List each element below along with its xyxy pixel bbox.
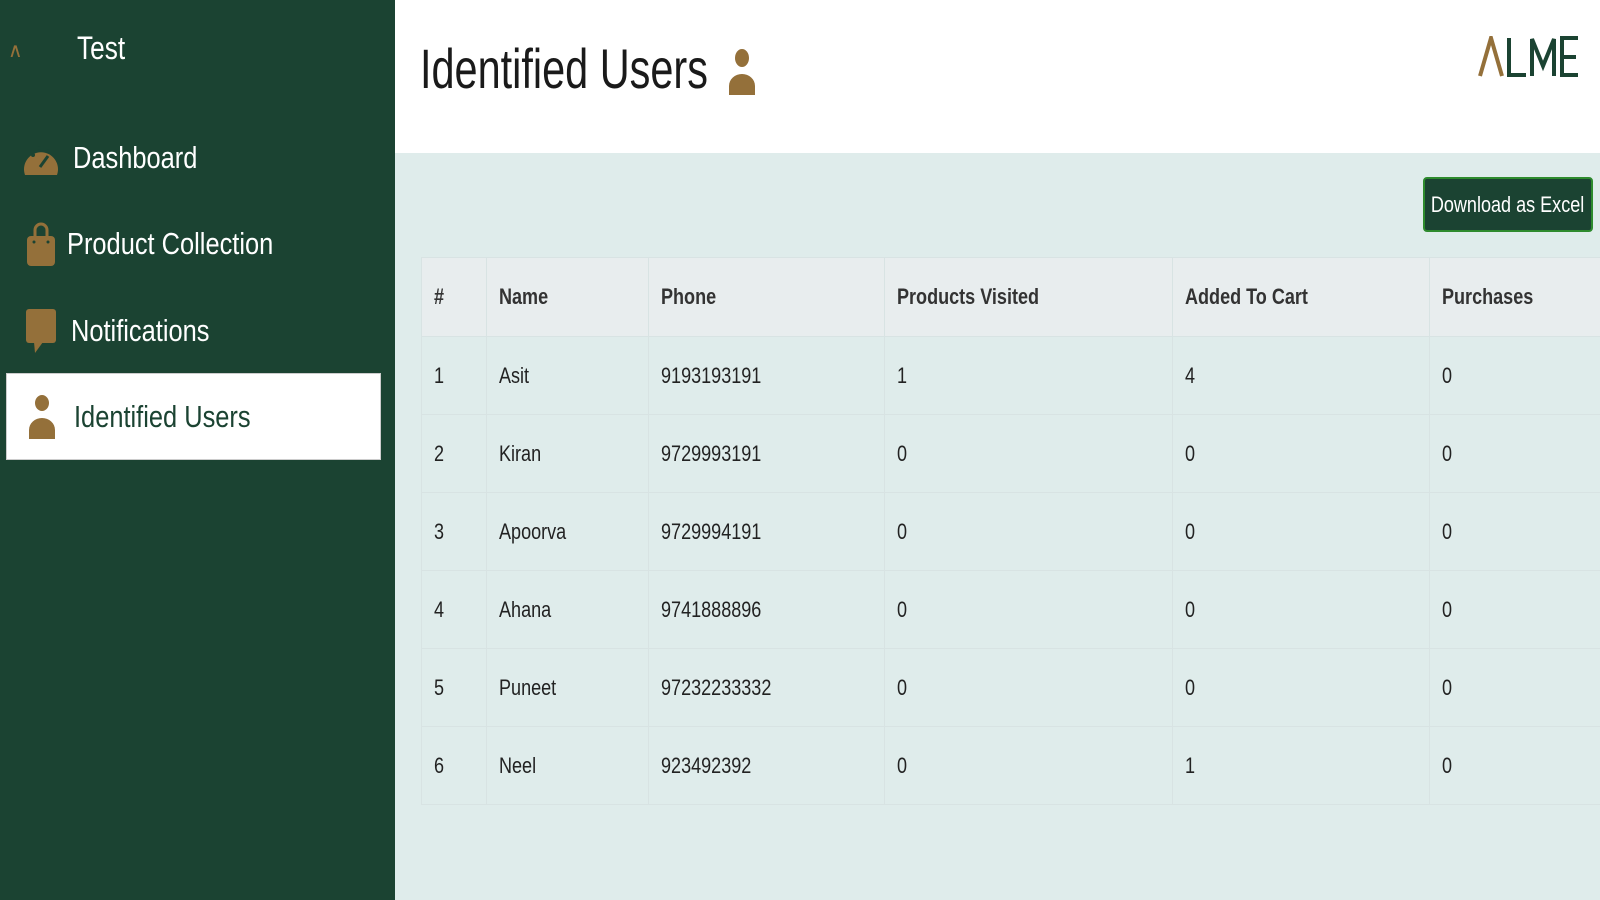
table-cell: Neel bbox=[485, 726, 649, 805]
table-cell: 0 bbox=[883, 726, 1174, 805]
table-row: 6 Neel 923492392 0 1 0 bbox=[421, 726, 1600, 805]
table-cell: 4 bbox=[421, 570, 487, 649]
page-title: Identified Users bbox=[420, 37, 708, 100]
table-cell: 9729994191 bbox=[647, 492, 885, 571]
column-header: # bbox=[421, 257, 487, 337]
brand: ∧ Test bbox=[0, 26, 395, 70]
table-cell: 6 bbox=[421, 726, 487, 805]
sidebar-item-identified-users[interactable]: Identified Users bbox=[6, 373, 381, 460]
column-header: Name bbox=[485, 257, 649, 337]
column-header: Purchases bbox=[1429, 257, 1600, 337]
table-cell: 9193193191 bbox=[647, 336, 885, 415]
sidebar-item-label: Product Collection bbox=[67, 225, 274, 261]
table-cell: 0 bbox=[1429, 414, 1600, 493]
table-row: 1 Asit 9193193191 1 4 0 bbox=[421, 336, 1600, 415]
table-cell: 0 bbox=[1429, 570, 1600, 649]
table-cell: 9741888896 bbox=[647, 570, 885, 649]
table-cell: 9729993191 bbox=[647, 414, 885, 493]
table-cell: 3 bbox=[421, 492, 487, 571]
download-excel-button[interactable]: Download as Excel bbox=[1423, 177, 1593, 232]
table-row: 5 Puneet 97232233332 0 0 0 bbox=[421, 648, 1600, 727]
table-cell: Kiran bbox=[485, 414, 649, 493]
table-cell: 0 bbox=[883, 492, 1174, 571]
table-cell: 2 bbox=[421, 414, 487, 493]
table-cell: 0 bbox=[1429, 492, 1600, 571]
sidebar-item-dashboard[interactable]: Dashboard bbox=[6, 114, 381, 201]
gauge-icon bbox=[21, 136, 61, 180]
table-cell: 923492392 bbox=[647, 726, 885, 805]
sidebar-item-label: Dashboard bbox=[73, 139, 198, 175]
user-icon bbox=[22, 394, 62, 439]
table-cell: 5 bbox=[421, 648, 487, 727]
column-header: Phone bbox=[647, 257, 885, 337]
chat-bubble-icon bbox=[21, 308, 61, 353]
table-cell: 0 bbox=[1172, 492, 1431, 571]
table-cell: 0 bbox=[1429, 648, 1600, 727]
header: Identified Users bbox=[395, 0, 1600, 153]
table-cell: 1 bbox=[1172, 726, 1431, 805]
table-row: 4 Ahana 9741888896 0 0 0 bbox=[421, 570, 1600, 649]
alme-logo bbox=[1478, 30, 1580, 83]
table-cell: 0 bbox=[1172, 570, 1431, 649]
table-cell: 0 bbox=[1172, 414, 1431, 493]
table-row: 2 Kiran 9729993191 0 0 0 bbox=[421, 414, 1600, 493]
table-header-row: # Name Phone Products Visited Added To Cart P… bbox=[421, 257, 1600, 337]
column-header: Added To Cart bbox=[1172, 257, 1431, 337]
table-cell: Ahana bbox=[485, 570, 649, 649]
table-cell: 0 bbox=[883, 570, 1174, 649]
table-cell: Puneet bbox=[485, 648, 649, 727]
table-cell: 4 bbox=[1172, 336, 1431, 415]
table-cell: 0 bbox=[883, 414, 1174, 493]
sidebar-item-notifications[interactable]: Notifications bbox=[6, 287, 381, 374]
caret-up-icon[interactable]: ∧ bbox=[8, 38, 23, 63]
table-cell: 0 bbox=[1429, 726, 1600, 805]
user-icon bbox=[728, 48, 756, 101]
sidebar-item-product-collection[interactable]: Product Collection bbox=[6, 200, 381, 287]
identified-users-table: # Name Phone Products Visited Added To Cart P… bbox=[421, 257, 1600, 805]
brand-name: Test bbox=[77, 30, 126, 66]
table-cell: Asit bbox=[485, 336, 649, 415]
column-header: Products Visited bbox=[883, 257, 1174, 337]
table-cell: 0 bbox=[883, 648, 1174, 727]
sidebar-item-label: Identified Users bbox=[74, 398, 251, 434]
sidebar-item-label: Notifications bbox=[71, 312, 210, 348]
shopping-bag-icon bbox=[21, 222, 61, 266]
table-cell: 97232233332 bbox=[647, 648, 885, 727]
table-cell: 0 bbox=[1429, 336, 1600, 415]
table-cell: 0 bbox=[1172, 648, 1431, 727]
table-cell: 1 bbox=[421, 336, 487, 415]
sidebar: ∧ Test Dashboard Product Collection Noti… bbox=[0, 0, 395, 900]
table-row: 3 Apoorva 9729994191 0 0 0 bbox=[421, 492, 1600, 571]
table-cell: Apoorva bbox=[485, 492, 649, 571]
table-cell: 1 bbox=[883, 336, 1174, 415]
